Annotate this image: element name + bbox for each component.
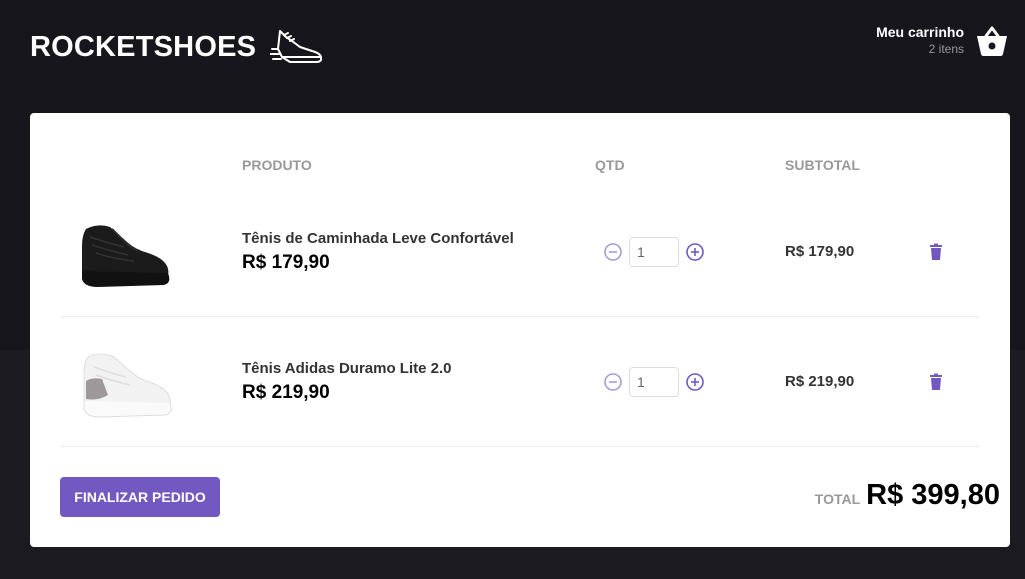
table-row: Tênis Adidas Duramo Lite 2.0 R$ 219,90 1… bbox=[60, 317, 980, 447]
sneaker-icon bbox=[270, 30, 323, 63]
header-product: PRODUTO bbox=[242, 157, 312, 173]
basket-icon bbox=[977, 26, 1007, 56]
subtotal-cell: R$ 219,90 bbox=[785, 317, 910, 447]
quantity-stepper bbox=[603, 366, 785, 397]
header-delete bbox=[910, 143, 980, 187]
product-price: R$ 219,90 bbox=[242, 381, 330, 403]
product-info-cell: Tênis de Caminhada Leve Confortável R$ 1… bbox=[242, 187, 595, 317]
header-subtotal: SUBTOTAL bbox=[785, 157, 860, 173]
product-image-cell bbox=[60, 187, 242, 317]
product-title: Tênis Adidas Duramo Lite 2.0 bbox=[242, 359, 452, 377]
header-image bbox=[60, 143, 242, 187]
total-value: R$ 399,80 bbox=[866, 479, 1000, 511]
subtotal-value: R$ 219,90 bbox=[785, 372, 855, 390]
total-label: TOTAL bbox=[814, 491, 861, 507]
logo[interactable]: ROCKETSHOES bbox=[30, 22, 324, 72]
quantity-input[interactable] bbox=[629, 236, 679, 267]
black-sneaker-image bbox=[82, 224, 170, 287]
delete-cell bbox=[910, 187, 980, 317]
cart-title: Meu carrinho bbox=[876, 24, 964, 40]
decrement-icon[interactable] bbox=[603, 372, 623, 392]
quantity-input[interactable] bbox=[629, 366, 679, 397]
cart-count: 2 itens bbox=[928, 42, 964, 56]
trash-icon[interactable] bbox=[926, 372, 946, 392]
header-qty: QTD bbox=[595, 157, 625, 173]
table-header-row: PRODUTO QTD SUBTOTAL bbox=[60, 143, 980, 187]
cart-panel: PRODUTO QTD SUBTOTAL Tênis de Caminhada bbox=[30, 113, 1010, 547]
cart-summary: Meu carrinho 2 itens bbox=[876, 23, 964, 57]
increment-icon[interactable] bbox=[685, 242, 705, 262]
order-total: TOTAL R$ 399,80 bbox=[815, 479, 1000, 512]
product-title: Tênis de Caminhada Leve Confortável bbox=[242, 229, 514, 247]
subtotal-value: R$ 179,90 bbox=[785, 242, 855, 260]
header: ROCKETSHOES Meu carrinho 2 itens bbox=[0, 0, 1025, 100]
cart-table: PRODUTO QTD SUBTOTAL Tênis de Caminhada bbox=[60, 143, 980, 447]
delete-cell bbox=[910, 317, 980, 447]
increment-icon[interactable] bbox=[685, 372, 705, 392]
qty-cell bbox=[595, 187, 785, 317]
subtotal-cell: R$ 179,90 bbox=[785, 187, 910, 317]
qty-cell bbox=[595, 317, 785, 447]
logo-text: ROCKETSHOES bbox=[30, 30, 257, 63]
cart-link[interactable]: Meu carrinho 2 itens bbox=[876, 22, 1010, 58]
trash-icon[interactable] bbox=[926, 242, 946, 262]
checkout-button[interactable]: Finalizar pedido bbox=[60, 477, 220, 517]
cart-footer: Finalizar pedido TOTAL R$ 399,80 bbox=[60, 477, 1000, 519]
decrement-icon[interactable] bbox=[603, 242, 623, 262]
white-sneaker-image bbox=[83, 353, 172, 418]
product-price: R$ 179,90 bbox=[242, 251, 330, 273]
product-image-cell bbox=[60, 317, 242, 447]
table-row: Tênis de Caminhada Leve Confortável R$ 1… bbox=[60, 187, 980, 317]
quantity-stepper bbox=[603, 236, 785, 267]
product-info-cell: Tênis Adidas Duramo Lite 2.0 R$ 219,90 bbox=[242, 317, 595, 447]
